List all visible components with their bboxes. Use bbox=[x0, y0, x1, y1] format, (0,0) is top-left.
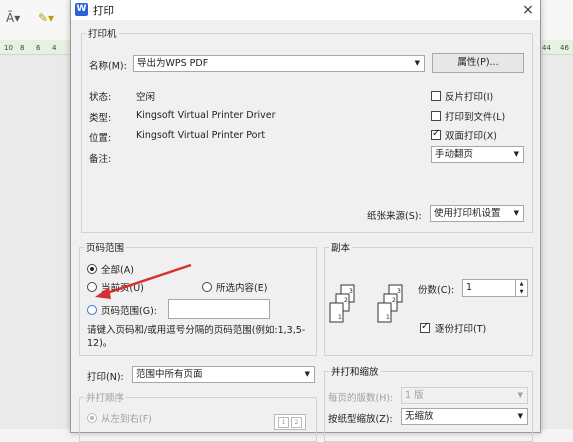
svg-text:1: 1 bbox=[338, 314, 342, 321]
paper-source-select[interactable]: 使用打印机设置 ▼ bbox=[430, 205, 524, 222]
collate-checkbox[interactable] bbox=[420, 321, 430, 333]
print-what-label: 打印(N): bbox=[87, 372, 124, 383]
page-range-hint: 请键入页码和/或用逗号分隔的页码范围(例如:1,3,5-12)。 bbox=[87, 325, 306, 349]
scale-legend: 并打和缩放 bbox=[331, 367, 379, 378]
selection-label[interactable]: 所选内容(E) bbox=[216, 280, 267, 294]
printer-legend: 打印机 bbox=[88, 29, 117, 40]
location-value: Kingsoft Virtual Printer Port bbox=[136, 130, 266, 141]
print-to-file-label[interactable]: 打印到文件(L) bbox=[445, 109, 505, 123]
svg-text:2: 2 bbox=[344, 297, 348, 304]
print-dialog: W 打印 × 打印机 名称(M): 导出为WPS PDF ▼ 属性(P)... … bbox=[70, 0, 541, 442]
scale-paper-select[interactable]: 无缩放 ▼ bbox=[401, 408, 528, 425]
chevron-down-icon: ▼ bbox=[517, 412, 523, 420]
annotation-arrow bbox=[95, 263, 192, 299]
svg-text:3: 3 bbox=[397, 288, 401, 295]
status-label: 状态: bbox=[89, 92, 112, 103]
collate-label[interactable]: 逐份打印(T) bbox=[435, 321, 486, 335]
close-button[interactable]: × bbox=[519, 1, 537, 19]
ruler-number: 8 bbox=[20, 44, 25, 52]
svg-text:2: 2 bbox=[392, 297, 396, 304]
scale-paper-value: 无缩放 bbox=[405, 411, 434, 422]
chevron-down-icon: ▼ bbox=[513, 209, 519, 217]
print-what-value: 范围中所有页面 bbox=[136, 369, 203, 380]
copies-count-value: 1 bbox=[466, 282, 473, 293]
chevron-down-icon: ▼ bbox=[513, 150, 519, 158]
copies-count-label: 份数(C): bbox=[418, 285, 455, 296]
wps-logo-icon: W bbox=[75, 3, 88, 16]
duplex-checkbox[interactable] bbox=[431, 128, 441, 140]
reverse-print-checkbox[interactable] bbox=[431, 91, 441, 101]
chevron-down-icon: ▼ bbox=[304, 370, 310, 378]
reverse-print-label[interactable]: 反片打印(I) bbox=[445, 89, 493, 103]
printer-name-select[interactable]: 导出为WPS PDF ▼ bbox=[133, 55, 425, 72]
duplex-mode-select[interactable]: 手动翻页 ▼ bbox=[431, 146, 524, 163]
left-to-right-radio[interactable] bbox=[87, 413, 97, 423]
copies-spinner[interactable]: ▲ ▼ bbox=[515, 280, 527, 296]
duplex-label[interactable]: 双面打印(X) bbox=[445, 128, 497, 142]
paper-source-value: 使用打印机设置 bbox=[434, 208, 501, 219]
printer-name-value: 导出为WPS PDF bbox=[137, 58, 209, 69]
page-range-legend: 页码范围 bbox=[86, 243, 125, 254]
ruler-number: 10 bbox=[4, 44, 13, 52]
highlight-icon[interactable]: ✎▾ bbox=[38, 11, 54, 25]
duplex-mode-value: 手动翻页 bbox=[435, 149, 474, 160]
ruler-number: 44 bbox=[542, 44, 551, 52]
properties-button[interactable]: 属性(P)... bbox=[432, 53, 524, 73]
order-preview: 1 2 bbox=[274, 414, 306, 430]
location-label: 位置: bbox=[89, 133, 112, 144]
scale-paper-label: 按纸型缩放(Z): bbox=[328, 414, 393, 425]
title-bar: W 打印 × bbox=[71, 0, 540, 20]
ruler-number: 6 bbox=[36, 44, 41, 52]
status-value: 空闲 bbox=[136, 92, 156, 103]
chevron-down-icon: ▼ bbox=[517, 391, 523, 399]
collate-pages-icon: 3 2 1 3 2 1 bbox=[329, 284, 403, 323]
svg-text:1: 1 bbox=[386, 314, 390, 321]
printer-name-label: 名称(M): bbox=[89, 61, 127, 72]
type-value: Kingsoft Virtual Printer Driver bbox=[136, 110, 276, 121]
print-to-file-checkbox[interactable] bbox=[431, 111, 441, 121]
page-range-radio[interactable] bbox=[87, 305, 97, 315]
copies-legend: 副本 bbox=[331, 243, 351, 254]
pages-per-sheet-select[interactable]: 1 版 ▼ bbox=[401, 387, 528, 404]
copies-count-input[interactable]: 1 ▲ ▼ bbox=[462, 279, 528, 297]
text-effect-icon[interactable]: Ā▾ bbox=[6, 11, 20, 25]
order-page-icon: 2 bbox=[291, 417, 302, 428]
order-legend: 并打顺序 bbox=[86, 393, 125, 404]
order-page-icon: 1 bbox=[278, 417, 289, 428]
left-to-right-label[interactable]: 从左到右(F) bbox=[101, 411, 152, 425]
paper-source-label: 纸张来源(S): bbox=[367, 211, 422, 222]
dialog-title: 打印 bbox=[93, 5, 114, 17]
page-range-option-label[interactable]: 页码范围(G): bbox=[101, 303, 157, 317]
pages-per-sheet-label: 每页的版数(H): bbox=[328, 393, 394, 404]
pages-per-sheet-value: 1 版 bbox=[405, 390, 424, 401]
type-label: 类型: bbox=[89, 113, 112, 124]
comment-label: 备注: bbox=[89, 154, 112, 165]
print-what-select[interactable]: 范围中所有页面 ▼ bbox=[132, 366, 315, 383]
ruler-number: 4 bbox=[52, 44, 57, 52]
chevron-down-icon: ▼ bbox=[414, 59, 420, 67]
ruler-number: 46 bbox=[560, 44, 569, 52]
svg-text:3: 3 bbox=[349, 288, 353, 295]
